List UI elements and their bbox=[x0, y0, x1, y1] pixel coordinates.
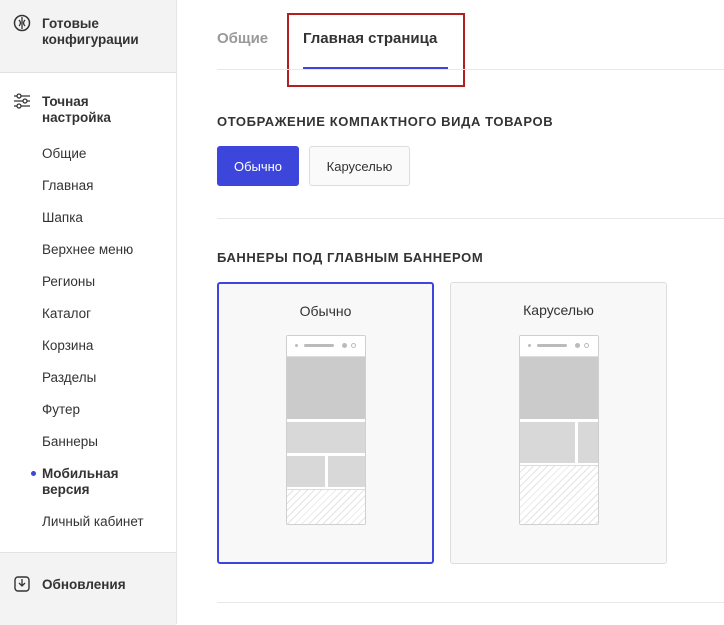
tab-highlight-frame bbox=[287, 13, 465, 87]
preview-header bbox=[520, 336, 598, 357]
sidebar-item-footer[interactable]: Футер bbox=[42, 402, 80, 418]
banner-option-carousel-label: Каруселью bbox=[523, 302, 594, 318]
tab-general[interactable]: Общие bbox=[217, 30, 268, 48]
sidebar-item-regions[interactable]: Регионы bbox=[42, 274, 95, 290]
ready-configs-label: Готовые конфигурации bbox=[42, 16, 139, 47]
sidebar-item-banners[interactable]: Баннеры bbox=[42, 434, 98, 450]
compact-carousel-button[interactable]: Каруселью bbox=[309, 146, 410, 186]
sidebar-item-top-menu[interactable]: Верхнее меню bbox=[42, 242, 133, 258]
sidebar-item-header[interactable]: Шапка bbox=[42, 210, 83, 226]
preview-main-banner bbox=[520, 357, 598, 419]
preview-small-banner bbox=[287, 456, 325, 487]
sidebar: Готовые конфигурации Точная настройка Об… bbox=[0, 0, 177, 625]
preview-carousel-slide bbox=[520, 422, 575, 463]
banners-section-title: БАННЕРЫ ПОД ГЛАВНЫМ БАННЕРОМ bbox=[217, 250, 484, 265]
sidebar-item-mobile-version[interactable]: Мобильная версия bbox=[42, 466, 152, 498]
preview-content-area bbox=[287, 489, 365, 524]
section-divider bbox=[217, 218, 724, 219]
sidebar-item-cart[interactable]: Корзина bbox=[42, 338, 93, 354]
preview-carousel-slide bbox=[578, 422, 598, 463]
active-item-dot bbox=[31, 471, 36, 476]
bottom-divider bbox=[217, 602, 724, 603]
sliders-icon bbox=[14, 93, 30, 109]
preview-small-banner bbox=[328, 456, 365, 487]
sidebar-item-main[interactable]: Главная bbox=[42, 178, 93, 194]
sidebar-item-sections[interactable]: Разделы bbox=[42, 370, 96, 386]
sidebar-item-general[interactable]: Общие bbox=[42, 146, 86, 162]
layout-preview-carousel bbox=[519, 335, 599, 525]
updates-icon bbox=[14, 576, 30, 592]
configs-icon bbox=[13, 14, 31, 32]
fine-tuning-heading: Точная настройка bbox=[42, 94, 111, 125]
ready-configs-section[interactable]: Готовые конфигурации bbox=[0, 0, 176, 73]
banner-option-normal-card[interactable]: Обычно bbox=[217, 282, 434, 564]
tabs-divider bbox=[217, 69, 724, 70]
compact-view-title: ОТОБРАЖЕНИЕ КОМПАКТНОГО ВИДА ТОВАРОВ bbox=[217, 114, 554, 129]
preview-wide-banner bbox=[287, 422, 365, 453]
sidebar-item-personal-account[interactable]: Личный кабинет bbox=[42, 514, 144, 530]
updates-label: Обновления bbox=[42, 577, 126, 592]
banner-option-normal-label: Обычно bbox=[299, 303, 352, 319]
banner-option-carousel-card[interactable]: Каруселью bbox=[450, 282, 667, 564]
preview-main-banner bbox=[287, 357, 365, 419]
preview-header bbox=[287, 336, 365, 357]
compact-normal-button[interactable]: Обычно bbox=[217, 146, 299, 186]
updates-section[interactable]: Обновления bbox=[0, 552, 176, 625]
sidebar-item-catalog[interactable]: Каталог bbox=[42, 306, 91, 322]
preview-content-area bbox=[520, 465, 598, 524]
layout-preview-normal bbox=[286, 335, 366, 525]
